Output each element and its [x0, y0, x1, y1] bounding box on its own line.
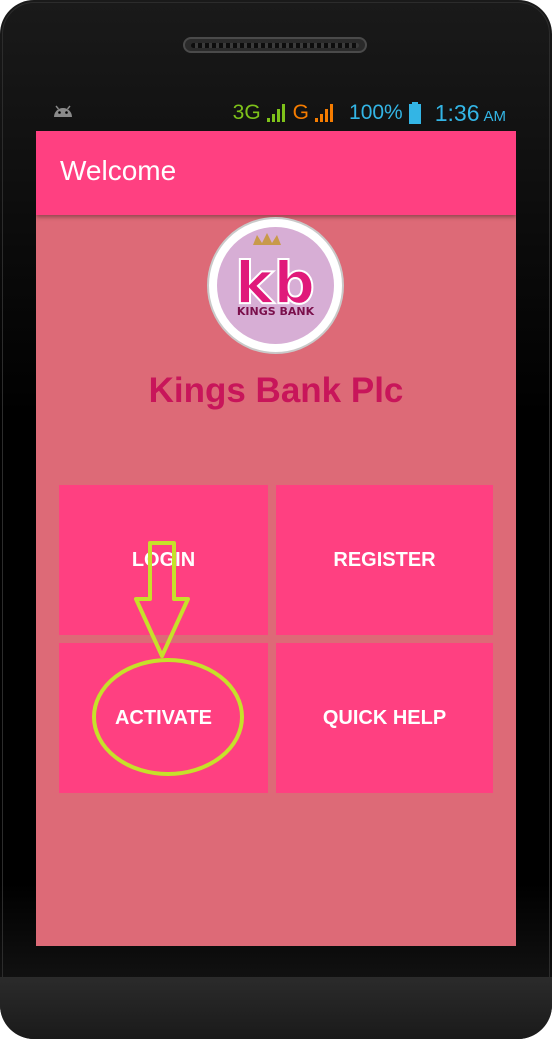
status-bar: 3G G 100% 1:36 AM	[36, 95, 516, 131]
register-button[interactable]: REGISTER	[276, 485, 493, 635]
phone-frame: 3G G 100% 1:36 AM Welcome kb KINGS BANK …	[0, 0, 552, 1039]
quick-help-button[interactable]: QUICK HELP	[276, 643, 493, 793]
speaker-grill	[191, 43, 359, 48]
register-button-label: REGISTER	[333, 548, 436, 571]
battery-percentage: 100%	[349, 101, 403, 124]
android-icon	[54, 105, 72, 117]
quick-help-button-label: QUICK HELP	[322, 706, 447, 729]
phone-bottom-bezel	[0, 977, 552, 1039]
logo-badge: kb KINGS BANK	[217, 227, 334, 344]
activate-button-label: ACTIVATE	[114, 706, 213, 729]
status-indicators: 3G G 100% 1:36 AM	[233, 95, 506, 131]
battery-icon	[408, 102, 421, 124]
kings-bank-logo: kb KINGS BANK	[207, 217, 344, 354]
earpiece-speaker	[183, 37, 367, 53]
crown-icon: kb	[234, 233, 316, 318]
activate-button[interactable]: ACTIVATE	[59, 643, 268, 793]
clock: 1:36 AM	[435, 100, 506, 127]
app-bar-title: Welcome	[60, 155, 177, 186]
bank-name-heading: Kings Bank Plc	[148, 371, 404, 410]
app-screen: Welcome kb KINGS BANK Kings Bank Plc LOG…	[36, 131, 516, 946]
app-bar: Welcome	[36, 131, 516, 215]
network-g-label: G	[292, 101, 310, 124]
logo-caption: KINGS BANK	[236, 305, 315, 318]
network-3g-label: 3G	[232, 101, 261, 124]
login-button-label: LOGIN	[131, 548, 196, 571]
login-button[interactable]: LOGIN	[59, 485, 268, 635]
clock-ampm: AM	[483, 107, 507, 125]
signal-icon	[266, 104, 285, 122]
signal-icon	[315, 104, 334, 122]
clock-time: 1:36	[434, 99, 480, 126]
